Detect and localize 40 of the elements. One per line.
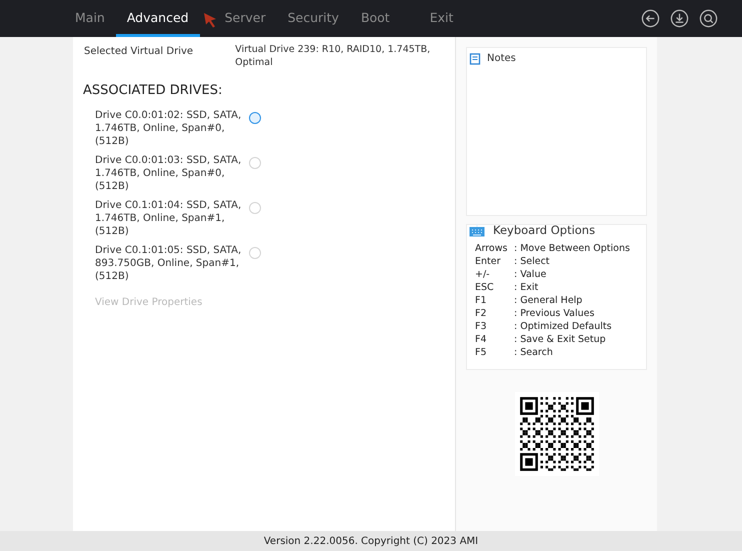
drive-label: Drive C0.1:01:05: SSD, SATA, 893.750GB, Online, Span#1, (512B) bbox=[95, 244, 242, 282]
download-icon[interactable] bbox=[670, 9, 689, 28]
radio-button[interactable] bbox=[249, 112, 261, 124]
key-action: : Exit bbox=[514, 281, 538, 294]
notes-icon bbox=[469, 52, 481, 64]
menu-tab[interactable]: Exit bbox=[418, 0, 464, 37]
key-name: F4 bbox=[475, 333, 488, 346]
key-action: : General Help bbox=[514, 294, 582, 308]
key-action: : Select bbox=[514, 255, 550, 268]
key-name: F1 bbox=[475, 294, 488, 308]
keyboard-icon bbox=[469, 224, 485, 238]
panel-title: Notes bbox=[487, 52, 516, 66]
key-name: ESC bbox=[475, 281, 495, 294]
menu-tab[interactable]: Boot bbox=[350, 0, 401, 37]
key-name: F3 bbox=[475, 320, 488, 334]
search-icon[interactable] bbox=[699, 9, 718, 28]
field-value: Virtual Drive 239: R10, RAID10, 1.745TB, Optimal bbox=[235, 43, 432, 69]
key-name: F5 bbox=[475, 346, 488, 360]
drive-label: Drive C0.0:01:02: SSD, SATA, 1.746TB, Online, Span#0, (512B) bbox=[95, 108, 242, 148]
drive-label: Drive C0.0:01:03: SSD, SATA, 1.746TB, Online, Span#0, (512B) bbox=[95, 154, 242, 192]
menu-tab[interactable]: Main bbox=[64, 0, 116, 37]
key-name: +/- bbox=[475, 268, 491, 282]
status-bar: Version 2.22.0056. Copyright (C) 2023 AMI bbox=[0, 531, 742, 551]
key-name: Arrows bbox=[475, 242, 508, 256]
key-action: : Save & Exit Setup bbox=[514, 333, 606, 346]
key-name: F2 bbox=[475, 307, 488, 320]
drive-label: Drive C0.1:01:04: SSD, SATA, 1.746TB, Online, Span#1, (512B) bbox=[95, 198, 242, 238]
back-icon[interactable] bbox=[641, 9, 660, 28]
key-action: : Optimized Defaults bbox=[514, 320, 612, 334]
menu-tab[interactable]: Security bbox=[276, 0, 350, 37]
mouse-cursor-icon bbox=[203, 12, 217, 28]
key-name: Enter bbox=[475, 255, 502, 268]
key-action: : Value bbox=[514, 268, 546, 282]
key-action: : Previous Values bbox=[514, 307, 594, 320]
key-action: : Search bbox=[514, 346, 553, 360]
key-action: : Move Between Options bbox=[514, 242, 630, 256]
section-heading: ASSOCIATED DRIVES: bbox=[83, 82, 224, 100]
panel-title: Keyboard Options bbox=[493, 222, 596, 239]
field-label: Selected Virtual Drive bbox=[84, 45, 194, 59]
menu-tab[interactable]: Server bbox=[214, 0, 277, 37]
